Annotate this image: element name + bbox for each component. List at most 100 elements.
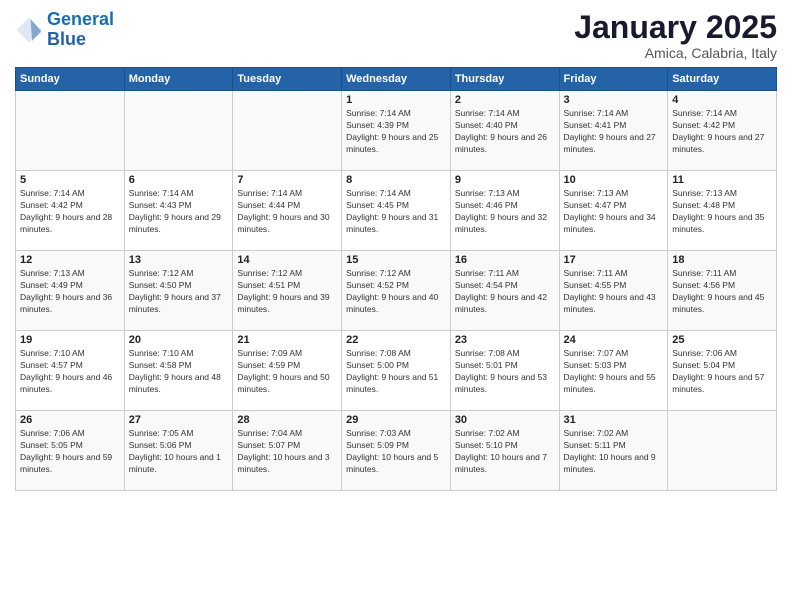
- calendar-cell: 31Sunrise: 7:02 AM Sunset: 5:11 PM Dayli…: [559, 411, 668, 491]
- calendar-cell: [668, 411, 777, 491]
- day-info: Sunrise: 7:14 AM Sunset: 4:40 PM Dayligh…: [455, 108, 555, 156]
- week-row-5: 26 Sunrise: 7:06 AM Sunset: 5:05 PM Dayli…: [16, 411, 777, 491]
- day-number: 25: [672, 334, 772, 346]
- day-number: 24: [564, 334, 664, 346]
- calendar-cell: 27 Sunrise: 7:05 AM Sunset: 5:06 PM Dayli…: [124, 411, 233, 491]
- day-number: 26: [20, 414, 120, 426]
- location: Amica, Calabria, Italy: [574, 45, 777, 61]
- day-info: Sunrise: 7:14 AM Sunset: 4:45 PM Dayligh…: [346, 188, 446, 236]
- calendar-cell: 5 Sunrise: 7:14 AM Sunset: 4:42 PM Daylig…: [16, 171, 125, 251]
- day-number: 13: [129, 254, 229, 266]
- weekday-header-sunday: Sunday: [16, 68, 125, 91]
- calendar-cell: [16, 91, 125, 171]
- day-number: 18: [672, 254, 772, 266]
- weekday-header-thursday: Thursday: [450, 68, 559, 91]
- day-info: Sunrise: 7:13 AM Sunset: 4:49 PM Dayligh…: [20, 268, 120, 316]
- day-number: 9: [455, 174, 555, 186]
- day-info: Sunrise: 7:11 AM Sunset: 4:56 PM Dayligh…: [672, 268, 772, 316]
- day-info: Sunrise: 7:11 AM Sunset: 4:55 PM Dayligh…: [564, 268, 664, 316]
- day-number: 5: [20, 174, 120, 186]
- logo-icon: [15, 16, 43, 44]
- day-number: 10: [564, 174, 664, 186]
- calendar-cell: 1Sunrise: 7:14 AM Sunset: 4:39 PM Daylig…: [342, 91, 451, 171]
- weekday-header-saturday: Saturday: [668, 68, 777, 91]
- day-info: Sunrise: 7:08 AM Sunset: 5:00 PM Dayligh…: [346, 348, 446, 396]
- day-number: 3: [564, 94, 664, 106]
- month-title: January 2025: [574, 10, 777, 45]
- calendar-cell: 30Sunrise: 7:02 AM Sunset: 5:10 PM Dayli…: [450, 411, 559, 491]
- day-number: 29: [346, 414, 446, 426]
- day-info: Sunrise: 7:14 AM Sunset: 4:44 PM Dayligh…: [237, 188, 337, 236]
- day-info: Sunrise: 7:13 AM Sunset: 4:48 PM Dayligh…: [672, 188, 772, 236]
- day-number: 4: [672, 94, 772, 106]
- calendar-table: SundayMondayTuesdayWednesdayThursdayFrid…: [15, 67, 777, 491]
- calendar-cell: 28Sunrise: 7:04 AM Sunset: 5:07 PM Dayli…: [233, 411, 342, 491]
- day-info: Sunrise: 7:14 AM Sunset: 4:42 PM Dayligh…: [672, 108, 772, 156]
- day-info: Sunrise: 7:10 AM Sunset: 4:57 PM Dayligh…: [20, 348, 120, 396]
- day-number: 27: [129, 414, 229, 426]
- weekday-header-tuesday: Tuesday: [233, 68, 342, 91]
- logo-text: General Blue: [47, 10, 114, 50]
- calendar-cell: 4 Sunrise: 7:14 AM Sunset: 4:42 PM Daylig…: [668, 91, 777, 171]
- day-number: 11: [672, 174, 772, 186]
- calendar-cell: 10 Sunrise: 7:13 AM Sunset: 4:47 PM Dayli…: [559, 171, 668, 251]
- day-info: Sunrise: 7:12 AM Sunset: 4:51 PM Dayligh…: [237, 268, 337, 316]
- day-number: 6: [129, 174, 229, 186]
- day-info: Sunrise: 7:08 AM Sunset: 5:01 PM Dayligh…: [455, 348, 555, 396]
- calendar-cell: 22Sunrise: 7:08 AM Sunset: 5:00 PM Dayli…: [342, 331, 451, 411]
- day-number: 12: [20, 254, 120, 266]
- day-number: 20: [129, 334, 229, 346]
- page: General Blue January 2025 Amica, Calabri…: [0, 0, 792, 612]
- calendar-cell: 21Sunrise: 7:09 AM Sunset: 4:59 PM Dayli…: [233, 331, 342, 411]
- day-info: Sunrise: 7:07 AM Sunset: 5:03 PM Dayligh…: [564, 348, 664, 396]
- calendar-cell: 16Sunrise: 7:11 AM Sunset: 4:54 PM Dayli…: [450, 251, 559, 331]
- weekday-header-friday: Friday: [559, 68, 668, 91]
- calendar-cell: 15Sunrise: 7:12 AM Sunset: 4:52 PM Dayli…: [342, 251, 451, 331]
- calendar-cell: 25Sunrise: 7:06 AM Sunset: 5:04 PM Dayli…: [668, 331, 777, 411]
- calendar-cell: 20 Sunrise: 7:10 AM Sunset: 4:58 PM Dayli…: [124, 331, 233, 411]
- day-info: Sunrise: 7:03 AM Sunset: 5:09 PM Dayligh…: [346, 428, 446, 476]
- day-info: Sunrise: 7:05 AM Sunset: 5:06 PM Dayligh…: [129, 428, 229, 476]
- calendar-cell: [233, 91, 342, 171]
- day-number: 16: [455, 254, 555, 266]
- calendar-cell: 23 Sunrise: 7:08 AM Sunset: 5:01 PM Dayli…: [450, 331, 559, 411]
- calendar-cell: [124, 91, 233, 171]
- calendar-cell: 3 Sunrise: 7:14 AM Sunset: 4:41 PM Daylig…: [559, 91, 668, 171]
- calendar-cell: 14 Sunrise: 7:12 AM Sunset: 4:51 PM Dayli…: [233, 251, 342, 331]
- weekday-header-wednesday: Wednesday: [342, 68, 451, 91]
- day-number: 17: [564, 254, 664, 266]
- calendar-cell: 6Sunrise: 7:14 AM Sunset: 4:43 PM Daylig…: [124, 171, 233, 251]
- day-info: Sunrise: 7:04 AM Sunset: 5:07 PM Dayligh…: [237, 428, 337, 476]
- day-number: 14: [237, 254, 337, 266]
- logo: General Blue: [15, 10, 114, 50]
- day-info: Sunrise: 7:14 AM Sunset: 4:42 PM Dayligh…: [20, 188, 120, 236]
- calendar-cell: 18 Sunrise: 7:11 AM Sunset: 4:56 PM Dayli…: [668, 251, 777, 331]
- calendar-cell: 2 Sunrise: 7:14 AM Sunset: 4:40 PM Daylig…: [450, 91, 559, 171]
- day-number: 15: [346, 254, 446, 266]
- day-number: 19: [20, 334, 120, 346]
- day-number: 8: [346, 174, 446, 186]
- day-info: Sunrise: 7:13 AM Sunset: 4:46 PM Dayligh…: [455, 188, 555, 236]
- day-info: Sunrise: 7:06 AM Sunset: 5:05 PM Dayligh…: [20, 428, 120, 476]
- weekday-header-monday: Monday: [124, 68, 233, 91]
- weekday-header-row: SundayMondayTuesdayWednesdayThursdayFrid…: [16, 68, 777, 91]
- calendar-cell: 13Sunrise: 7:12 AM Sunset: 4:50 PM Dayli…: [124, 251, 233, 331]
- calendar-cell: 8 Sunrise: 7:14 AM Sunset: 4:45 PM Daylig…: [342, 171, 451, 251]
- calendar-cell: 12 Sunrise: 7:13 AM Sunset: 4:49 PM Dayli…: [16, 251, 125, 331]
- calendar-cell: 9 Sunrise: 7:13 AM Sunset: 4:46 PM Daylig…: [450, 171, 559, 251]
- day-number: 23: [455, 334, 555, 346]
- day-number: 2: [455, 94, 555, 106]
- calendar-cell: 17 Sunrise: 7:11 AM Sunset: 4:55 PM Dayli…: [559, 251, 668, 331]
- calendar-cell: 26 Sunrise: 7:06 AM Sunset: 5:05 PM Dayli…: [16, 411, 125, 491]
- week-row-2: 5 Sunrise: 7:14 AM Sunset: 4:42 PM Daylig…: [16, 171, 777, 251]
- day-info: Sunrise: 7:14 AM Sunset: 4:41 PM Dayligh…: [564, 108, 664, 156]
- calendar-cell: 11 Sunrise: 7:13 AM Sunset: 4:48 PM Dayli…: [668, 171, 777, 251]
- calendar-cell: 7Sunrise: 7:14 AM Sunset: 4:44 PM Daylig…: [233, 171, 342, 251]
- week-row-1: 1Sunrise: 7:14 AM Sunset: 4:39 PM Daylig…: [16, 91, 777, 171]
- day-number: 31: [564, 414, 664, 426]
- day-info: Sunrise: 7:09 AM Sunset: 4:59 PM Dayligh…: [237, 348, 337, 396]
- day-info: Sunrise: 7:13 AM Sunset: 4:47 PM Dayligh…: [564, 188, 664, 236]
- calendar-cell: 29 Sunrise: 7:03 AM Sunset: 5:09 PM Dayli…: [342, 411, 451, 491]
- day-info: Sunrise: 7:10 AM Sunset: 4:58 PM Dayligh…: [129, 348, 229, 396]
- day-info: Sunrise: 7:14 AM Sunset: 4:39 PM Dayligh…: [346, 108, 446, 156]
